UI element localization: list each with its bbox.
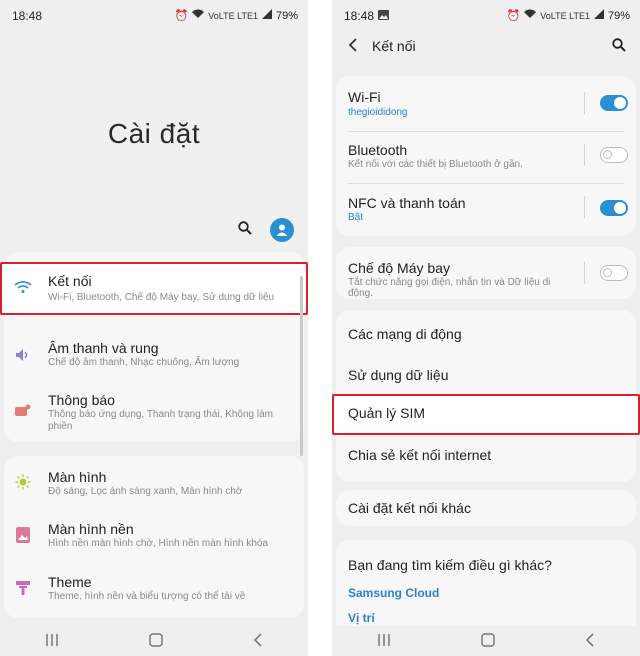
- item-subtitle: Chế độ âm thanh, Nhạc chuông, Âm lượng: [48, 357, 240, 368]
- item-subtitle: Kết nối với các thiết bị Bluetooth ở gần…: [348, 159, 523, 170]
- scrollbar[interactable]: [300, 276, 303, 456]
- alarm-icon: ⏰: [506, 10, 521, 22]
- bluetooth-toggle[interactable]: [600, 147, 628, 163]
- home-icon[interactable]: [149, 632, 163, 650]
- recent-apps-icon[interactable]: [45, 633, 59, 649]
- back-icon[interactable]: [253, 632, 263, 650]
- nav-bar: [332, 626, 640, 656]
- volume-icon: [12, 344, 34, 366]
- suggestions-section: Bạn đang tìm kiếm điều gì khác? Samsung …: [332, 540, 640, 630]
- item-subtitle: Theme, hình nền và biểu tượng có thể tải…: [48, 591, 246, 602]
- item-subtitle: Hình nền màn hình chờ, Hình nền màn hình…: [48, 538, 269, 549]
- title-toolbar: [238, 218, 294, 242]
- airplane-mode-toggle[interactable]: [600, 265, 628, 281]
- wallpaper-icon: [12, 524, 34, 546]
- network-label: VoLTE LTE1: [208, 10, 258, 21]
- separator: [584, 144, 585, 166]
- page-title: Kết nối: [372, 38, 416, 54]
- location-link[interactable]: Vị trí: [348, 611, 375, 625]
- item-title: Chia sẻ kết nối internet: [348, 447, 492, 463]
- item-title: Thông báo: [48, 392, 115, 408]
- item-subtitle: Wi-Fi, Bluetooth, Chế độ Máy bay, Sử dụn…: [48, 292, 275, 303]
- item-subtitle: Thông báo ứng dụng, Thanh trạng thái, Kh…: [48, 409, 274, 432]
- item-title: Wi-Fi: [348, 89, 381, 105]
- item-title: Màn hình: [48, 469, 107, 485]
- item-title: Sử dụng dữ liệu: [348, 367, 449, 383]
- page-title: Cài đặt: [107, 118, 201, 149]
- status-bar: 18:48 ⏰ VoLTE LTE1 79%: [0, 0, 308, 30]
- network-label: VoLTE LTE1: [540, 10, 590, 21]
- settings-item-thong-bao[interactable]: Thông báo Thông báo ứng dụng, Thanh trạn…: [0, 390, 308, 440]
- suggestions-heading: Bạn đang tìm kiếm điều gì khác?: [348, 557, 552, 573]
- signal-icon: [261, 9, 272, 22]
- brightness-icon: [12, 471, 34, 493]
- separator: [584, 92, 585, 114]
- status-icons: ⏰ VoLTE LTE1 79%: [175, 9, 298, 22]
- settings-item-man-hinh[interactable]: Màn hình Độ sáng, Lọc ánh sáng xanh, Màn…: [0, 467, 308, 511]
- bluetooth-item[interactable]: Bluetooth Kết nối với các thiết bị Bluet…: [332, 132, 640, 184]
- status-icons: ⏰ VoLTE LTE1 79%: [507, 9, 630, 22]
- wifi-status-icon: [192, 9, 205, 22]
- notification-icon: [12, 400, 34, 422]
- status-time: 18:48: [12, 9, 43, 23]
- airplane-mode-item[interactable]: Chế độ Máy bay Tắt chức năng gọi điện, n…: [332, 249, 640, 299]
- item-title: Cài đặt kết nối khác: [348, 500, 471, 516]
- status-time: 18:48: [344, 9, 375, 23]
- connections-screen: 18:48 ⏰ VoLTE LTE1 79% Kết nối Wi-Fi the…: [332, 0, 640, 656]
- item-title: Chế độ Máy bay: [348, 260, 450, 276]
- samsung-cloud-link[interactable]: Samsung Cloud: [348, 586, 439, 600]
- settings-item-am-thanh[interactable]: Âm thanh và rung Chế độ âm thanh, Nhạc c…: [0, 338, 308, 382]
- alarm-icon: ⏰: [174, 10, 189, 22]
- battery-level: 79%: [607, 9, 630, 22]
- app-header: Kết nối: [332, 30, 640, 64]
- item-title: Quản lý SIM: [348, 405, 426, 421]
- wifi-status-icon: [524, 9, 537, 22]
- item-title: Các mạng di động: [348, 326, 462, 342]
- settings-screen: 18:48 ⏰ VoLTE LTE1 79% Cài đặt Kết nối W: [0, 0, 308, 656]
- search-icon[interactable]: [238, 220, 252, 240]
- item-title: Bluetooth: [348, 142, 408, 158]
- item-subtitle: thegioididong: [348, 107, 408, 118]
- item-subtitle: Độ sáng, Lọc ánh sáng xanh, Màn hình chờ: [48, 486, 243, 497]
- sim-manager-item[interactable]: Quản lý SIM: [332, 394, 640, 432]
- back-icon[interactable]: [585, 632, 595, 650]
- wifi-item[interactable]: Wi-Fi thegioididong: [332, 80, 640, 132]
- nfc-item[interactable]: NFC và thanh toán Bật: [332, 184, 640, 236]
- signal-icon: [593, 9, 604, 22]
- item-title: Theme: [48, 574, 92, 590]
- separator: [584, 196, 585, 218]
- settings-item-man-hinh-nen[interactable]: Màn hình nền Hình nền màn hình chờ, Hình…: [0, 519, 308, 563]
- item-subtitle: Tắt chức năng gọi điện, nhắn tin và Dữ l…: [348, 277, 551, 299]
- nfc-toggle[interactable]: [600, 200, 628, 216]
- wifi-toggle[interactable]: [600, 95, 628, 111]
- hotspot-tethering-item[interactable]: Chia sẻ kết nối internet: [332, 434, 640, 474]
- more-connection-settings-item[interactable]: Cài đặt kết nối khác: [332, 490, 640, 526]
- item-title: Màn hình nền: [48, 521, 134, 537]
- separator: [584, 262, 585, 284]
- settings-item-theme[interactable]: Theme Theme, hình nền và biểu tượng có t…: [0, 572, 308, 616]
- item-subtitle: Bật: [348, 212, 364, 223]
- image-notification-icon: [378, 9, 389, 23]
- settings-item-ket-noi[interactable]: Kết nối Wi-Fi, Bluetooth, Chế độ Máy bay…: [0, 262, 308, 312]
- back-arrow-icon[interactable]: [348, 36, 358, 57]
- status-bar: 18:48 ⏰ VoLTE LTE1 79%: [332, 0, 640, 30]
- search-icon[interactable]: [612, 38, 626, 57]
- nav-bar: [0, 626, 308, 656]
- theme-brush-icon: [12, 577, 34, 599]
- wifi-icon: [12, 276, 34, 298]
- data-usage-item[interactable]: Sử dụng dữ liệu: [332, 354, 640, 394]
- account-avatar-icon[interactable]: [270, 218, 294, 242]
- item-title: Âm thanh và rung: [48, 340, 159, 356]
- mobile-networks-item[interactable]: Các mạng di động: [332, 312, 640, 352]
- battery-level: 79%: [275, 9, 298, 22]
- item-title: NFC và thanh toán: [348, 195, 466, 211]
- item-title: Kết nối: [48, 273, 92, 289]
- home-icon[interactable]: [481, 632, 495, 650]
- recent-apps-icon[interactable]: [377, 633, 391, 649]
